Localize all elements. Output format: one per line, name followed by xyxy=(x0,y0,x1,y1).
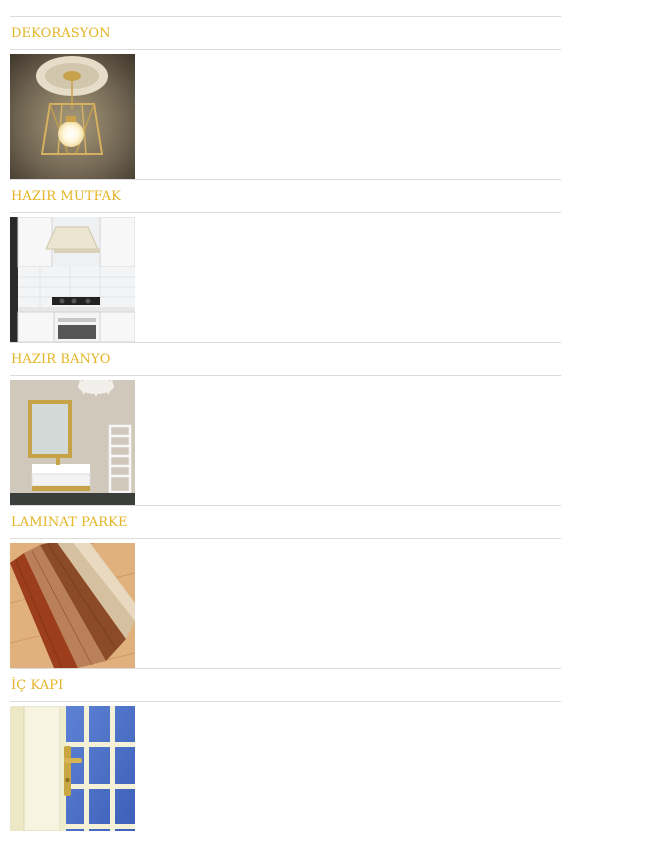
category-link-ic-kapi[interactable]: İÇ KAPI xyxy=(10,678,63,693)
category-item: HAZIR MUTFAK xyxy=(10,179,561,342)
bathroom-image xyxy=(10,380,135,505)
interior-door-image xyxy=(10,706,135,831)
category-thumbnail-ic-kapi[interactable] xyxy=(10,706,135,831)
category-link-dekorasyon[interactable]: DEKORASYON xyxy=(10,26,111,41)
category-item: HAZIR BANYO xyxy=(10,342,561,505)
category-item: DEKORASYON xyxy=(10,16,561,179)
category-header: DEKORASYON xyxy=(10,16,561,50)
category-item: İÇ KAPI xyxy=(10,668,561,831)
category-link-hazir-banyo[interactable]: HAZIR BANYO xyxy=(10,352,110,367)
category-item: LAMINAT PARKE xyxy=(10,505,561,668)
laminate-planks-image xyxy=(10,543,135,668)
pendant-lamp-image xyxy=(10,54,135,179)
category-header: HAZIR MUTFAK xyxy=(10,179,561,213)
category-header: İÇ KAPI xyxy=(10,668,561,702)
category-thumbnail-hazir-mutfak[interactable] xyxy=(10,217,135,342)
kitchen-image xyxy=(10,217,135,342)
category-list: DEKORASYON HAZIR MUTFAK HAZIR BANYO LAMI… xyxy=(10,16,561,831)
category-header: HAZIR BANYO xyxy=(10,342,561,376)
category-thumbnail-laminat-parke[interactable] xyxy=(10,543,135,668)
category-header: LAMINAT PARKE xyxy=(10,505,561,539)
category-link-hazir-mutfak[interactable]: HAZIR MUTFAK xyxy=(10,189,121,204)
category-link-laminat-parke[interactable]: LAMINAT PARKE xyxy=(10,515,128,530)
category-thumbnail-hazir-banyo[interactable] xyxy=(10,380,135,505)
category-thumbnail-dekorasyon[interactable] xyxy=(10,54,135,179)
